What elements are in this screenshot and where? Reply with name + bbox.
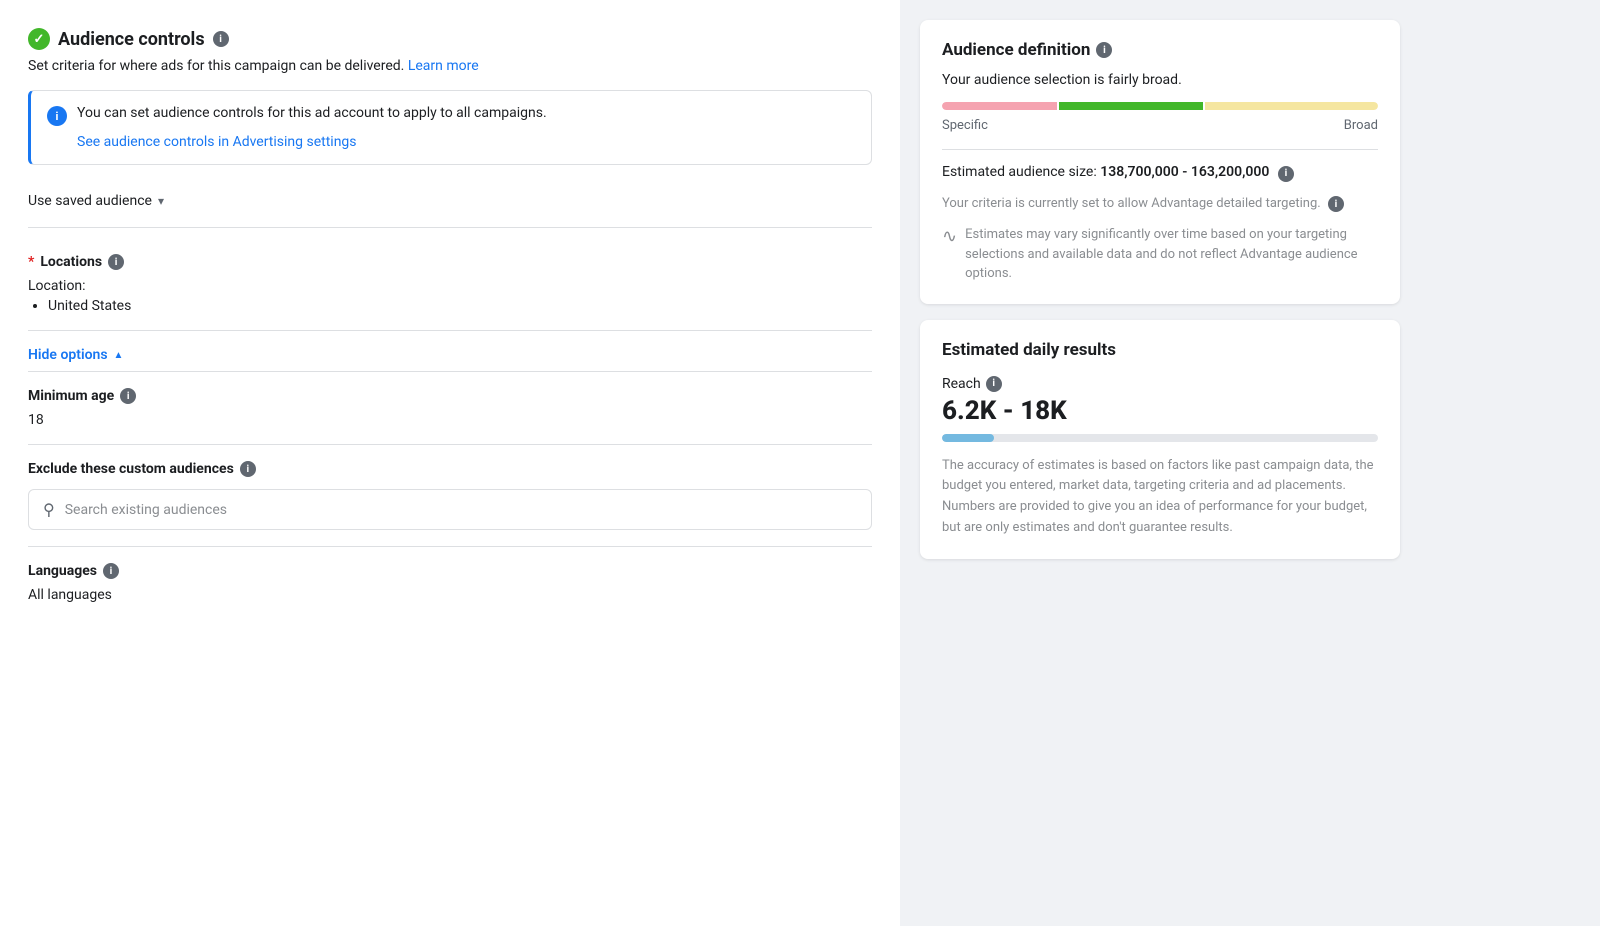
meter-yellow [1205,102,1378,110]
meter-label-specific: Specific [942,118,988,133]
info-banner-row: i You can set audience controls for this… [47,105,855,126]
saved-audience-dropdown-arrow: ▾ [158,194,164,208]
search-placeholder: Search existing audiences [65,502,227,518]
minimum-age-label: Minimum age [28,388,114,404]
chevron-up-icon: ▲ [114,350,124,361]
daily-results-card: Estimated daily results Reach i 6.2K - 1… [920,320,1400,559]
subtitle-text: Set criteria for where ads for this camp… [28,58,872,74]
list-item: United States [48,298,872,314]
locations-info-icon[interactable]: i [108,254,124,270]
hide-options-label: Hide options [28,347,108,363]
audience-definition-info-icon[interactable]: i [1096,42,1112,58]
estimates-row: ∿ Estimates may vary significantly over … [942,225,1378,284]
divider-2 [942,149,1378,150]
estimated-audience-size: Estimated audience size: 138,700,000 - 1… [942,164,1378,182]
est-size-info-icon[interactable]: i [1278,166,1294,182]
meter-labels: Specific Broad [942,118,1378,133]
hide-options-button[interactable]: Hide options ▲ [28,331,872,372]
audience-definition-card: Audience definition i Your audience sele… [920,20,1400,304]
locations-section: * Locations i Location: United States [28,238,872,331]
audience-description: Your audience selection is fairly broad. [942,72,1378,88]
audience-controls-title: Audience controls [58,29,205,50]
reach-value: 6.2K - 18K [942,396,1378,426]
location-list: United States [28,298,872,314]
criteria-info-icon[interactable]: i [1328,196,1344,212]
locations-label-row: * Locations i [28,254,872,270]
languages-info-icon[interactable]: i [103,563,119,579]
reach-label-row: Reach i [942,376,1378,392]
use-saved-audience-label: Use saved audience [28,193,152,209]
section-title-row: Audience controls i [28,28,872,50]
estimates-icon: ∿ [942,226,957,247]
criteria-text: Your criteria is currently set to allow … [942,194,1378,214]
exclude-audiences-section: Exclude these custom audiences i ⚲ Searc… [28,445,872,547]
info-banner-icon: i [47,106,67,126]
audience-meter [942,102,1378,110]
languages-section: Languages i All languages [28,547,872,619]
reach-info-icon[interactable]: i [986,376,1002,392]
location-sub-label: Location: [28,278,872,294]
meter-green [1059,102,1203,110]
exclude-audiences-info-icon[interactable]: i [240,461,256,477]
meter-label-broad: Broad [1344,118,1378,133]
accuracy-text: The accuracy of estimates is based on fa… [942,456,1378,539]
reach-bar-background [942,434,1378,442]
languages-value: All languages [28,587,872,603]
learn-more-link[interactable]: Learn more [408,58,479,74]
check-icon [28,28,50,50]
info-banner-text: You can set audience controls for this a… [77,105,547,121]
minimum-age-info-icon[interactable]: i [120,388,136,404]
exclude-audiences-label: Exclude these custom audiences [28,461,234,477]
locations-label: Locations [40,254,102,270]
divider-1 [28,227,872,228]
minimum-age-label-row: Minimum age i [28,388,872,404]
info-banner: i You can set audience controls for this… [28,90,872,165]
daily-results-title: Estimated daily results [942,340,1378,360]
search-audiences-input[interactable]: ⚲ Search existing audiences [28,489,872,530]
search-icon: ⚲ [43,500,55,519]
minimum-age-value: 18 [28,412,872,428]
reach-label: Reach [942,376,981,392]
advertising-settings-link[interactable]: See audience controls in Advertising set… [47,134,855,150]
right-panel: Audience definition i Your audience sele… [900,0,1420,926]
minimum-age-section: Minimum age i 18 [28,372,872,445]
audience-controls-info-icon[interactable]: i [213,31,229,47]
left-panel: Audience controls i Set criteria for whe… [0,0,900,926]
languages-label-row: Languages i [28,563,872,579]
reach-bar-fill [942,434,994,442]
estimates-text: Estimates may vary significantly over ti… [965,225,1378,284]
languages-label: Languages [28,563,97,579]
audience-definition-title-row: Audience definition i [942,40,1378,60]
audience-definition-title: Audience definition [942,40,1090,60]
meter-red [942,102,1057,110]
exclude-audiences-label-row: Exclude these custom audiences i [28,461,872,477]
use-saved-audience-button[interactable]: Use saved audience ▾ [28,185,872,217]
